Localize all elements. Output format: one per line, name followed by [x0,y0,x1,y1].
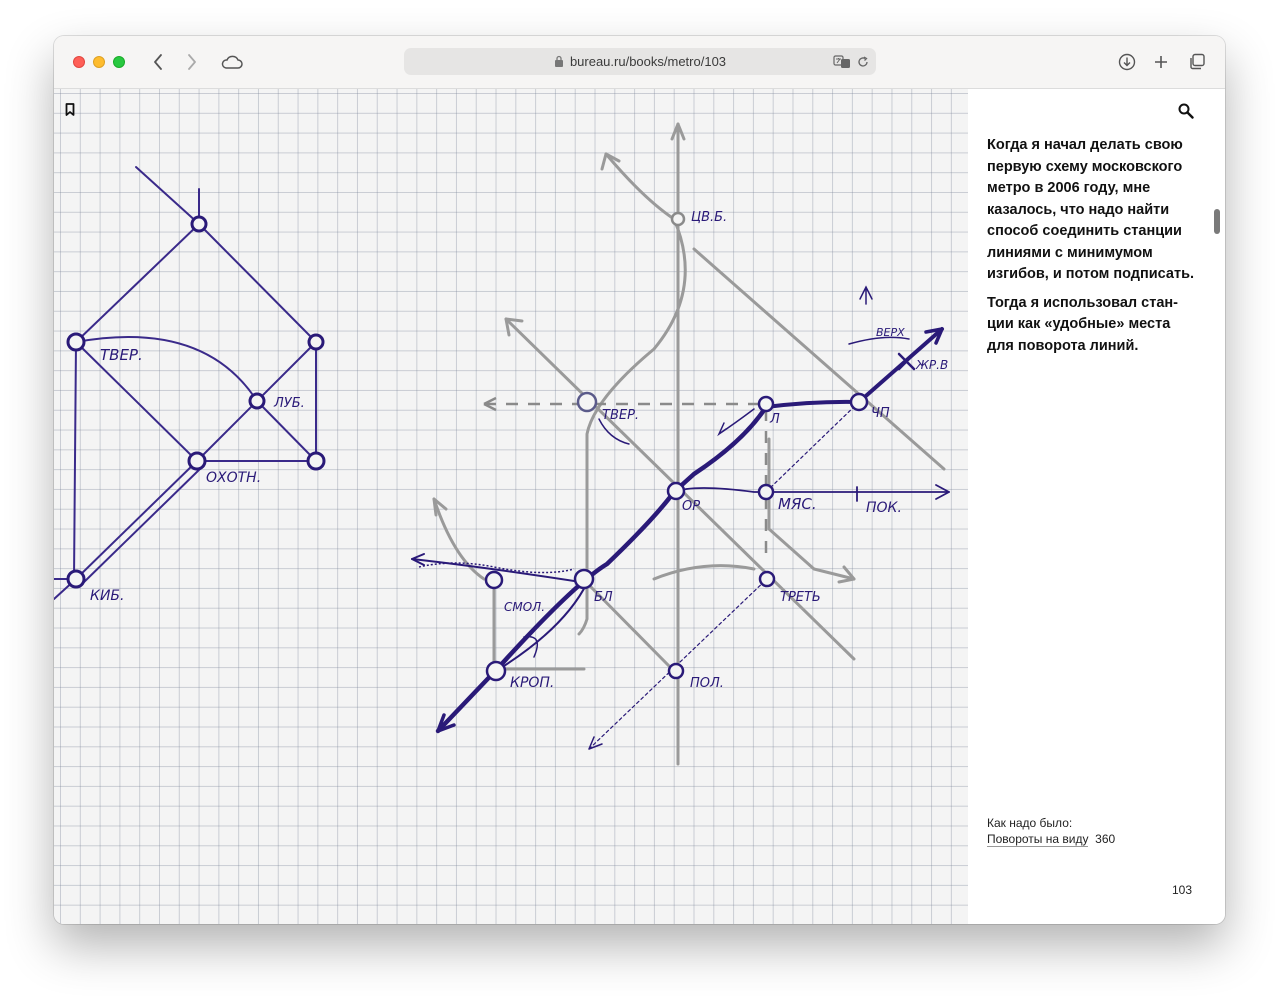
browser-toolbar: bureau.ru/books/metro/103 [54,36,1225,89]
cloud-icon[interactable] [220,52,244,72]
close-window-button[interactable] [73,56,85,68]
label-tsvb: ЦВ.Б. [691,210,727,225]
label-chp: ЧП [871,406,890,421]
address-bar[interactable]: bureau.ru/books/metro/103 [404,48,876,75]
paragraph-2: Тогда я использовал стан­ции как «удобны… [987,294,1178,354]
page-content: ТВЕР. ЛУБ. ОХОТН. КИБ. ЦВ.Б. ТВЕР. ВЕРХ … [54,89,1225,924]
article-text: Когда я начал делать свою первую схему м… [987,135,1197,364]
forward-icon[interactable] [184,52,200,72]
new-tab-icon[interactable] [1150,51,1172,73]
scrollbar-thumb[interactable] [1214,209,1220,234]
label-okhotn: ОХОТН. [206,470,261,486]
label-krop: КРОП. [510,675,554,691]
label-pok: ПОК. [866,500,902,516]
label-verkh: ВЕРХ [876,326,905,339]
zoom-window-button[interactable] [113,56,125,68]
translate-icon[interactable] [832,52,852,71]
xref-label: Как надо было: [987,816,1073,830]
label-zhr: ЖР.В [915,358,948,372]
label-tver: ТВЕР. [602,408,639,423]
tabs-overview-icon[interactable] [1186,51,1208,73]
back-icon[interactable] [150,52,166,72]
label-bl: БЛ [594,590,613,605]
metro-sketch: ТВЕР. ЛУБ. ОХОТН. КИБ. ЦВ.Б. ТВЕР. ВЕРХ … [54,122,950,766]
xref-link[interactable]: Повороты на виду [987,832,1089,847]
label-lub: ЛУБ. [273,396,305,411]
label-kiev: КИБ. [90,588,124,604]
label-pol: ПОЛ. [690,676,724,691]
cross-reference: Как надо было: Повороты на виду 360 [987,815,1115,847]
bookmark-icon[interactable] [65,103,75,121]
page-number: 103 [1172,883,1193,897]
address-url: bureau.ru/books/metro/103 [569,54,727,69]
sketch-photo: ТВЕР. ЛУБ. ОХОТН. КИБ. ЦВ.Б. ТВЕР. ВЕРХ … [54,89,968,924]
label-smol: СМОЛ. [504,600,545,614]
reload-icon[interactable] [856,52,870,71]
label-op: ОР [682,499,700,514]
text-sidebar: Когда я начал делать свою первую схему м… [968,89,1225,924]
browser-window: bureau.ru/books/metro/103 ТВЕР. ЛУБ. ОХО… [54,36,1225,924]
minimize-window-button[interactable] [93,56,105,68]
label-myas: МЯС. [778,495,817,513]
paragraph-1: Когда я начал делать свою первую схему м… [987,137,1195,282]
search-icon[interactable] [1178,103,1194,124]
label-kitay-a: Л [769,412,780,427]
label-tver-left: ТВЕР. [100,346,143,364]
download-icon[interactable] [1116,51,1138,73]
xref-page: 360 [1095,832,1116,846]
lock-icon [554,55,563,68]
label-tret: ТРЕТЬ [780,590,821,605]
